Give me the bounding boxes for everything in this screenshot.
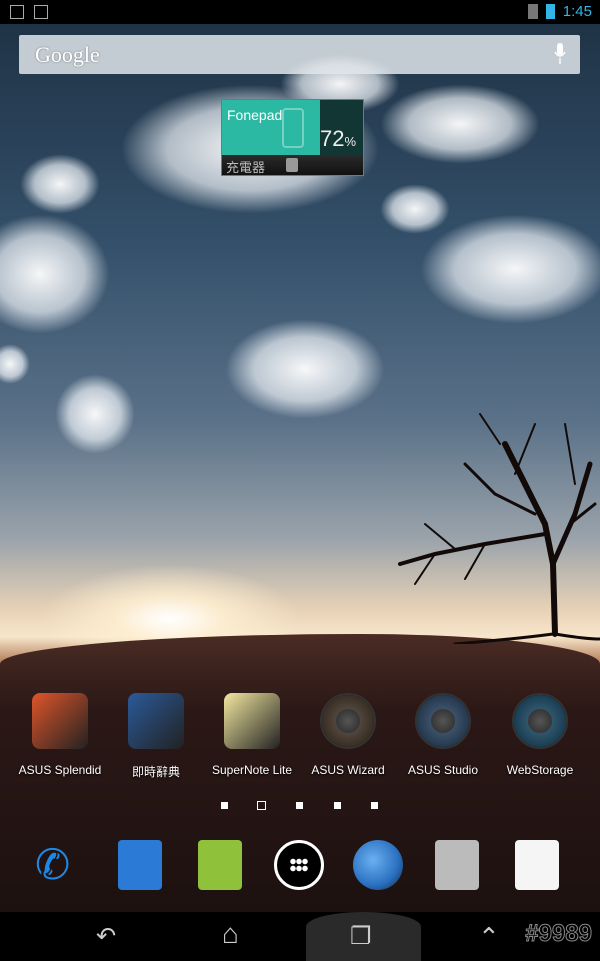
messaging-icon[interactable] <box>198 840 242 890</box>
webstorage-icon <box>512 693 568 749</box>
app-drawer-icon[interactable] <box>274 840 324 890</box>
tree-silhouette <box>398 413 600 644</box>
google-search-bar[interactable]: Google <box>19 35 580 74</box>
page-indicator-dot[interactable] <box>371 802 378 809</box>
watermark-tag: #9989 <box>525 920 593 948</box>
phone-icon[interactable]: ✆ <box>35 840 85 890</box>
app-即時辭典[interactable]: 即時辭典 <box>108 693 204 780</box>
home-button[interactable]: ⌂ <box>222 918 239 950</box>
status-bar: 1:45 <box>0 0 600 24</box>
google-logo: Google <box>35 42 100 67</box>
device-name: Fonepad <box>227 107 283 123</box>
mic-icon[interactable] <box>554 43 566 65</box>
wizard-icon <box>320 693 376 749</box>
menu-up-button[interactable]: ⌃ <box>478 922 500 953</box>
page-indicator-dot[interactable] <box>257 801 266 810</box>
app-label: SuperNote Lite <box>211 763 293 777</box>
camera-icon[interactable] <box>435 840 479 890</box>
contacts-icon[interactable] <box>118 840 162 890</box>
navigation-bar: ↶ ⌂ ❐ ⌃ #9989 <box>0 912 600 961</box>
battery-icon <box>545 4 555 19</box>
studio-icon <box>415 693 471 749</box>
clock: 1:45 <box>562 3 592 20</box>
app-asus-wizard[interactable]: ASUS Wizard <box>300 693 396 777</box>
page-indicator-dot[interactable] <box>296 802 303 809</box>
dictionary-icon <box>128 693 184 749</box>
app-label: 即時辭典 <box>131 765 180 779</box>
play-store-icon[interactable] <box>515 840 559 890</box>
app-label: ASUS Splendid <box>18 763 102 777</box>
image-icon <box>34 5 48 19</box>
app-label: WebStorage <box>506 763 574 777</box>
app-asus-splendid[interactable]: ASUS Splendid <box>12 693 108 777</box>
app-label: ASUS Wizard <box>311 763 385 777</box>
globe-icon[interactable] <box>353 840 403 890</box>
back-button[interactable]: ↶ <box>96 922 116 951</box>
charger-plug-icon <box>286 158 298 172</box>
supernote-icon <box>224 693 280 749</box>
page-indicator-dot[interactable] <box>334 802 341 809</box>
app-supernote-lite[interactable]: SuperNote Lite <box>204 693 300 777</box>
sim-unknown-icon <box>527 4 538 19</box>
notes-icon <box>10 5 24 19</box>
battery-widget[interactable]: Fonepad 72% 充電器 <box>221 99 364 176</box>
battery-percent: 72% <box>320 126 357 151</box>
app-asus-studio[interactable]: ASUS Studio <box>395 693 491 777</box>
app-webstorage[interactable]: WebStorage <box>492 693 588 777</box>
page-indicator-dot[interactable] <box>221 802 228 809</box>
recent-apps-button[interactable]: ❐ <box>350 922 372 951</box>
phone-outline-icon <box>282 108 304 148</box>
charging-status: 充電器 <box>226 160 266 175</box>
app-label: ASUS Studio <box>407 763 479 777</box>
splendid-icon <box>32 693 88 749</box>
